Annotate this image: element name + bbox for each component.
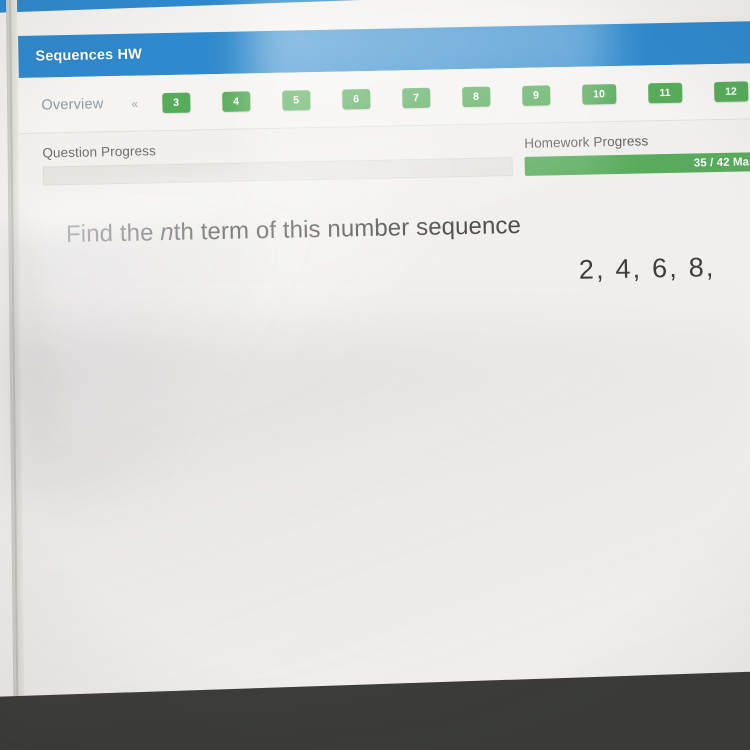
page-title: Sequences HW [35,46,143,65]
homework-progress-block: Homework Progress 35 / 42 Marks [524,131,750,198]
progress-row: Question Progress Homework Progress 35 /… [20,131,750,208]
chevron-left-icon[interactable]: « [131,97,138,111]
question-badge-12[interactable]: 12 [713,81,749,103]
question-prompt: Find the nth term of this number sequenc… [66,207,750,249]
question-progress-label: Question Progress [42,143,156,161]
question-badge-10[interactable]: 10 [581,84,617,105]
question-badge-8[interactable]: 8 [461,86,491,108]
homework-progress-bar: 35 / 42 Marks [524,151,750,176]
question-badge-11[interactable]: 11 [647,82,683,104]
overview-link[interactable]: Overview [41,96,103,113]
question-badge-5[interactable]: 5 [281,90,311,111]
question-badge-7[interactable]: 7 [401,87,431,109]
homework-app-window: Sequences HW Overview « 3 4 5 6 7 8 9 10… [18,20,750,716]
question-number-list: 3 4 5 6 7 8 9 10 11 12 13 [161,79,750,114]
question-progress-block: Question Progress [42,136,513,207]
question-badge-6[interactable]: 6 [341,88,371,110]
photo-scene: Sequences HW Overview « 3 4 5 6 7 8 9 10… [0,0,750,750]
homework-progress-label: Homework Progress [524,133,649,151]
question-badge-9[interactable]: 9 [521,85,551,106]
question-prompt-suffix: th term of this number sequence [173,211,522,246]
question-prompt-variable: n [160,218,174,247]
question-body: Find the nth term of this number sequenc… [22,207,750,297]
homework-marks-text: 35 / 42 Marks [693,155,750,169]
question-badge-4[interactable]: 4 [221,91,251,112]
question-progress-bar [42,157,513,186]
number-sequence: 2, 4, 6, 8, [578,252,716,285]
question-badge-3[interactable]: 3 [161,92,191,114]
question-prompt-prefix: Find the [65,219,161,249]
